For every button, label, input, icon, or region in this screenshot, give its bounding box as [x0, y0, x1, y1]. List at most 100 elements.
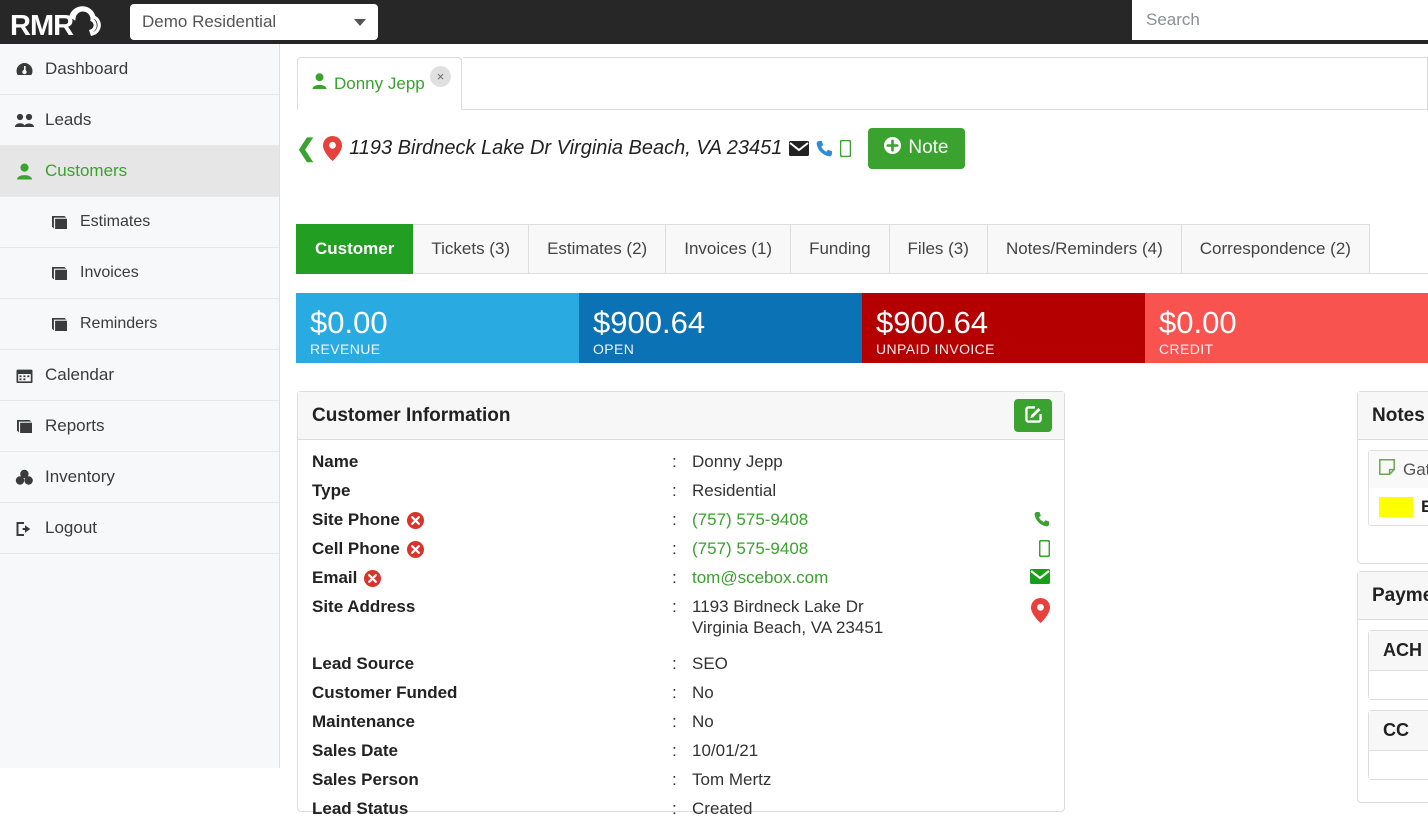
stat-label: REVENUE: [310, 341, 381, 358]
tab-tickets-3-[interactable]: Tickets (3): [413, 224, 530, 274]
info-colon: :: [672, 712, 677, 731]
info-label: Site Address: [312, 597, 416, 616]
payment-methods-title: Payment Methods: [1372, 584, 1428, 606]
mobile-icon[interactable]: [840, 139, 852, 157]
info-value: No: [692, 683, 714, 702]
payment-method-body: [1369, 671, 1428, 699]
stat-label: UNPAID INVOICE: [876, 341, 995, 358]
envelope-icon[interactable]: [789, 140, 810, 156]
envelope-icon[interactable]: [1030, 569, 1050, 584]
info-colon: :: [672, 741, 677, 760]
note-list-item[interactable]: Estimate: [1369, 488, 1428, 525]
payment-method-label: CC: [1369, 711, 1428, 751]
sidebar-item-estimates[interactable]: Estimates: [0, 197, 279, 248]
phone-icon[interactable]: [1034, 511, 1050, 527]
sidebar-item-logout[interactable]: Logout: [0, 503, 279, 554]
map-pin-icon: [323, 135, 343, 161]
info-value[interactable]: tom@scebox.com: [692, 568, 828, 589]
back-chevron-icon[interactable]: ❮: [296, 134, 316, 163]
edit-customer-button[interactable]: [1014, 399, 1052, 432]
info-row: Site Phone : (757) 575-9408: [298, 510, 1064, 539]
document-tab-label: Donny Jepp: [334, 73, 425, 93]
tab-customer[interactable]: Customer: [296, 224, 414, 274]
tab-label: Tickets (3): [431, 239, 511, 258]
payment-methods-body: ACH CC: [1358, 620, 1428, 790]
info-value: 1193 Birdneck Lake Dr Virginia Beach, VA …: [692, 597, 884, 637]
info-row: Sales Date : 10/01/21: [298, 741, 1064, 770]
sidebar-item-reports[interactable]: Reports: [0, 401, 279, 452]
stat-tiles: $0.00 REVENUE $900.64 OPEN $900.64 UNPAI…: [296, 293, 1428, 363]
sidebar-item-customers[interactable]: Customers: [0, 146, 279, 197]
info-value: SEO: [692, 654, 728, 673]
sidebar-item-label: Reports: [45, 416, 105, 435]
payment-methods-header: Payment Methods: [1358, 572, 1428, 620]
info-value[interactable]: (757) 575-9408: [692, 510, 808, 531]
logout-icon: [13, 520, 35, 537]
mobile-icon[interactable]: [1039, 540, 1050, 557]
search-input[interactable]: [1132, 0, 1428, 40]
sidebar-item-label: Calendar: [45, 365, 114, 384]
boxes-icon: [13, 469, 35, 486]
stat-amount: $0.00: [310, 304, 388, 340]
x-circle-icon[interactable]: [406, 540, 424, 558]
edit-pencil-icon: [1024, 405, 1043, 427]
sidebar-item-invoices[interactable]: Invoices: [0, 248, 279, 299]
organization-select-value: Demo Residential: [142, 12, 277, 31]
notes-overview-panel: Notes Overview Gate Code Estimate: [1357, 391, 1428, 564]
payment-method-body: [1369, 751, 1428, 779]
stat-tile-open: $900.64 OPEN: [579, 293, 862, 363]
user-icon: [13, 163, 35, 180]
payment-methods-panel: Payment Methods ACH CC: [1357, 571, 1428, 803]
info-label: Sales Date: [312, 741, 398, 760]
tab-files-3-[interactable]: Files (3): [889, 224, 988, 274]
tab-funding[interactable]: Funding: [791, 224, 890, 274]
sidebar-item-reminders[interactable]: Reminders: [0, 299, 279, 350]
sidebar-item-label: Estimates: [80, 213, 151, 230]
document-tab-filler: [463, 57, 1428, 110]
info-colon: :: [672, 568, 677, 587]
stat-label: CREDIT: [1159, 341, 1214, 358]
info-value: No: [692, 712, 714, 731]
organization-select[interactable]: Demo Residential: [130, 4, 378, 40]
note-label: Estimate: [1421, 496, 1428, 516]
tab-label: Notes/Reminders (4): [1005, 239, 1163, 258]
info-row: Maintenance : No: [298, 712, 1064, 741]
close-icon[interactable]: ×: [430, 66, 451, 87]
phone-icon[interactable]: [816, 140, 833, 157]
add-note-button-label: Note: [908, 137, 949, 158]
stat-amount: $900.64: [876, 304, 989, 340]
info-label: Site Phone: [312, 510, 672, 530]
sidebar-item-leads[interactable]: Leads: [0, 95, 279, 146]
info-label: Type: [312, 481, 351, 500]
stat-label: OPEN: [593, 341, 635, 358]
info-row: Sales Person : Tom Mertz: [298, 770, 1064, 799]
svg-text:RMR: RMR: [10, 10, 74, 39]
note-list-item[interactable]: Gate Code: [1369, 451, 1428, 488]
sidebar-item-label: Customers: [45, 161, 128, 180]
sidebar-item-label: Logout: [45, 518, 97, 537]
info-label: Email: [312, 568, 672, 588]
x-circle-icon[interactable]: [406, 511, 424, 529]
tab-invoices-1-[interactable]: Invoices (1): [666, 224, 792, 274]
chevron-down-icon: [354, 18, 366, 26]
rmr-logo[interactable]: RMR: [0, 0, 122, 44]
customer-address: 1193 Birdneck Lake Dr Virginia Beach, VA…: [349, 136, 783, 159]
address-header: ❮ 1193 Birdneck Lake Dr Virginia Beach, …: [296, 122, 965, 174]
book-icon: [48, 265, 70, 282]
sidebar-item-dashboard[interactable]: Dashboard: [0, 44, 279, 95]
notes-overview-header: Notes Overview: [1358, 392, 1428, 440]
info-row: Lead Source : SEO: [298, 654, 1064, 683]
map-pin-icon[interactable]: [1031, 598, 1050, 623]
sidebar-item-inventory[interactable]: Inventory: [0, 452, 279, 503]
tab-estimates-2-[interactable]: Estimates (2): [529, 224, 667, 274]
payment-method-card[interactable]: ACH: [1368, 630, 1428, 700]
calendar-icon: [13, 367, 35, 384]
info-value[interactable]: (757) 575-9408: [692, 539, 808, 560]
add-note-button[interactable]: Note: [868, 127, 965, 169]
payment-method-card[interactable]: CC: [1368, 710, 1428, 780]
tab-notes-reminders-4-[interactable]: Notes/Reminders (4): [987, 224, 1182, 274]
document-tab-donny-jepp[interactable]: Donny Jepp ×: [297, 57, 462, 110]
x-circle-icon[interactable]: [364, 569, 382, 587]
sidebar-item-calendar[interactable]: Calendar: [0, 350, 279, 401]
tab-correspondence-2-[interactable]: Correspondence (2): [1181, 224, 1370, 274]
